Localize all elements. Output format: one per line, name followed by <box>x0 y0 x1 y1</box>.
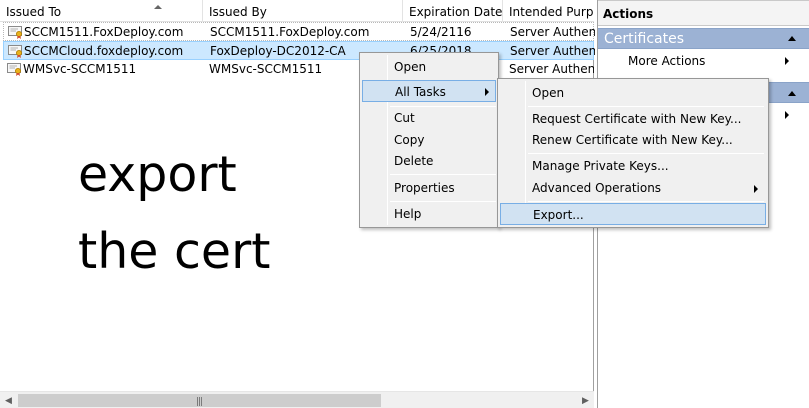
context-menu: Open All Tasks Cut Copy Delete Propertie… <box>359 52 499 228</box>
menu-item-open[interactable]: Open <box>362 56 496 78</box>
menu-separator <box>528 106 764 107</box>
submenu-item-advanced-operations[interactable]: Advanced Operations <box>500 177 766 199</box>
collapse-icon[interactable] <box>788 91 796 96</box>
menu-item-all-tasks[interactable]: All Tasks <box>362 80 496 102</box>
submenu-item-export[interactable]: Export... <box>500 203 766 225</box>
column-issued-by[interactable]: Issued By <box>203 0 403 22</box>
table-row[interactable]: SCCM1511.FoxDeploy.com SCCM1511.FoxDeplo… <box>3 22 595 41</box>
submenu-item-open[interactable]: Open <box>500 82 766 104</box>
submenu-item-renew-new-key[interactable]: Renew Certificate with New Key... <box>500 129 766 151</box>
certificate-icon <box>7 63 21 76</box>
horizontal-scrollbar[interactable]: ◀ ||| ▶ <box>0 391 594 408</box>
scroll-right-icon[interactable]: ▶ <box>577 392 594 408</box>
sort-ascending-icon <box>154 5 162 9</box>
annotation-text-line2: the cert <box>78 223 271 280</box>
menu-item-cut[interactable]: Cut <box>362 107 496 129</box>
menu-item-copy[interactable]: Copy <box>362 129 496 151</box>
cell-intended-purposes: Server Authenti <box>510 44 595 58</box>
cell-intended-purposes: Server Authenti <box>510 25 595 39</box>
actions-section-label: Certificates <box>604 31 685 47</box>
column-header-row: Issued To Issued By Expiration Date Inte… <box>0 0 594 22</box>
cell-intended-purposes: Server Authenti <box>509 62 594 76</box>
actions-title: Actions <box>598 0 809 26</box>
column-expiration-date[interactable]: Expiration Date <box>403 0 503 22</box>
collapse-icon[interactable] <box>788 36 796 41</box>
menu-item-properties[interactable]: Properties <box>362 177 496 199</box>
menu-item-delete[interactable]: Delete <box>362 150 496 172</box>
menu-separator <box>528 201 764 202</box>
cell-issued-by: SCCM1511.FoxDeploy.com <box>210 25 370 39</box>
cell-issued-by: WMSvc-SCCM1511 <box>209 62 323 76</box>
submenu-item-request-new-key[interactable]: Request Certificate with New Key... <box>500 108 766 130</box>
annotation-text-line1: export <box>78 146 237 203</box>
cell-issued-to: SCCM1511.FoxDeploy.com <box>24 25 184 39</box>
menu-separator <box>528 153 764 154</box>
scroll-left-icon[interactable]: ◀ <box>0 392 17 408</box>
table-row-selected[interactable]: SCCMCloud.foxdeploy.com FoxDeploy-DC2012… <box>3 41 595 60</box>
cell-issued-by: FoxDeploy-DC2012-CA <box>210 44 346 58</box>
all-tasks-submenu: Open Request Certificate with New Key...… <box>497 78 769 228</box>
column-issued-to[interactable]: Issued To <box>0 0 203 22</box>
submenu-arrow-icon <box>754 185 758 193</box>
menu-separator <box>390 201 496 202</box>
cell-expiration-date: 5/24/2116 <box>410 25 472 39</box>
submenu-arrow-icon <box>785 57 789 65</box>
submenu-arrow-icon <box>485 88 489 96</box>
actions-section-certificates[interactable]: Certificates <box>598 28 809 49</box>
more-actions-item[interactable]: More Actions <box>628 53 705 69</box>
grip-icon: ||| <box>196 397 203 407</box>
menu-item-help[interactable]: Help <box>362 203 496 225</box>
submenu-item-manage-private-keys[interactable]: Manage Private Keys... <box>500 155 766 177</box>
column-intended-purposes[interactable]: Intended Purpo <box>503 0 594 22</box>
menu-separator <box>390 174 496 175</box>
table-row[interactable]: WMSvc-SCCM1511 WMSvc-SCCM1511 Server Aut… <box>3 60 594 79</box>
cell-issued-to: WMSvc-SCCM1511 <box>23 62 137 76</box>
submenu-arrow-icon <box>785 111 789 119</box>
certificate-icon <box>8 45 22 58</box>
certificate-icon <box>8 26 22 39</box>
scrollbar-thumb[interactable]: ||| <box>18 394 381 407</box>
cell-issued-to: SCCMCloud.foxdeploy.com <box>24 44 184 58</box>
